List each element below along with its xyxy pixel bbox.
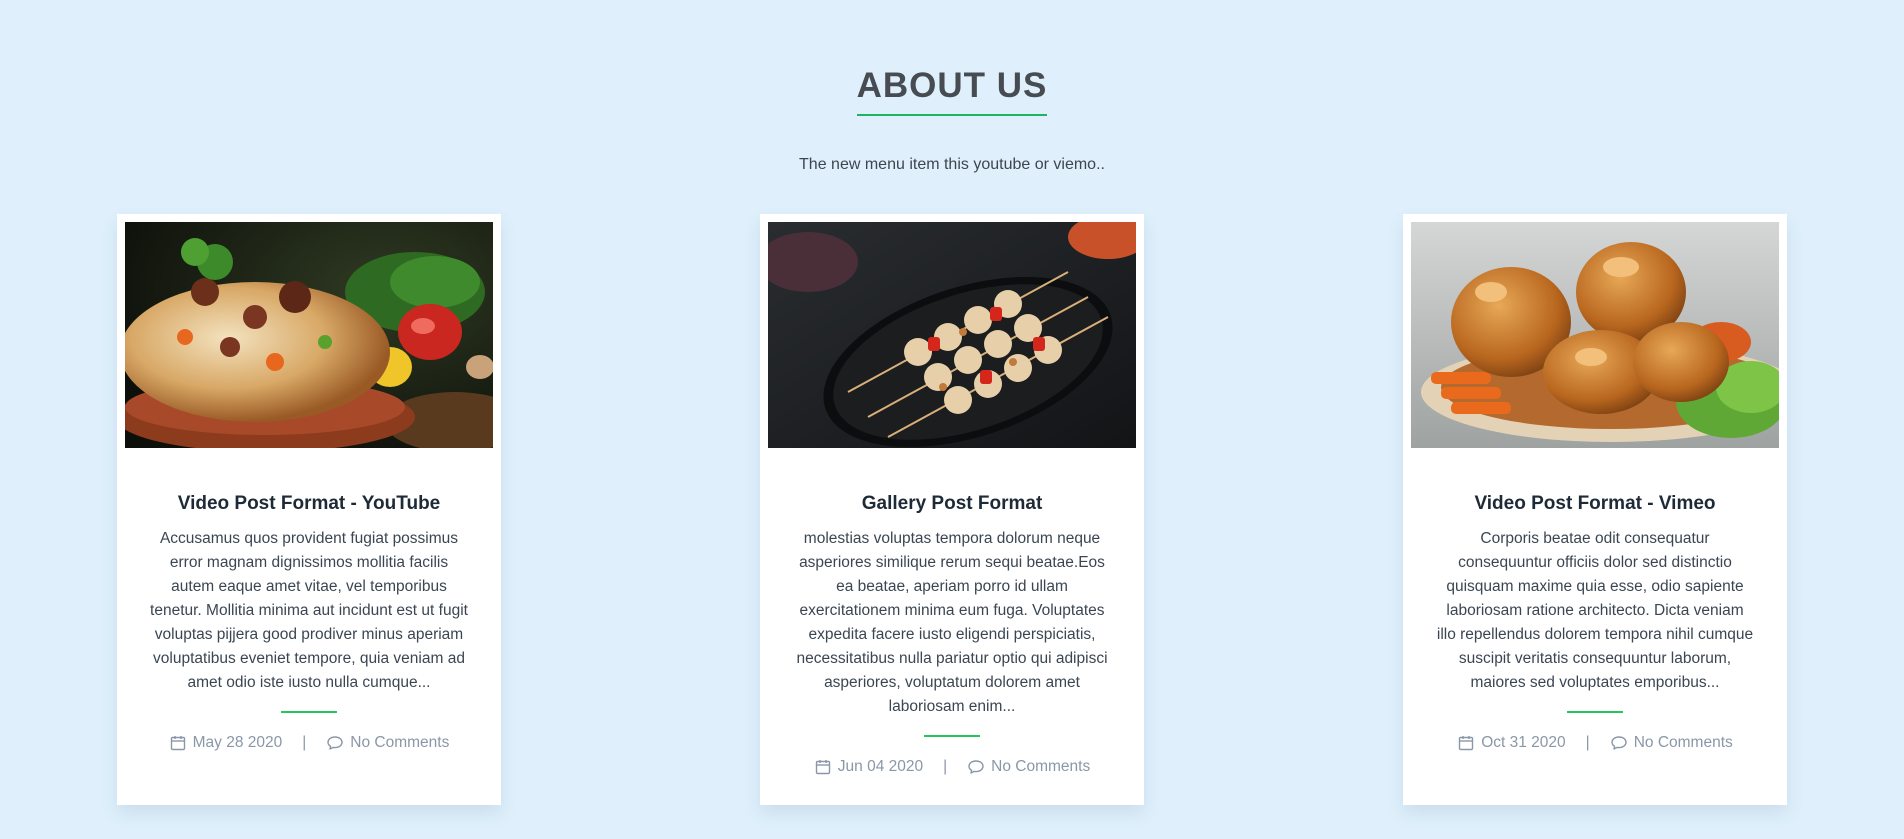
post-meta: Oct 31 2020 | No Comments [1411, 733, 1779, 753]
card-divider [281, 711, 337, 713]
post-comments[interactable]: No Comments [1610, 733, 1733, 753]
meta-separator: | [943, 758, 948, 775]
post-title[interactable]: Video Post Format - Vimeo [1411, 491, 1779, 517]
comment-icon [967, 758, 985, 776]
calendar-icon [169, 734, 187, 752]
post-date-text: May 28 2020 [192, 734, 283, 751]
post-title[interactable]: Video Post Format - YouTube [125, 491, 493, 517]
calendar-icon [814, 758, 832, 776]
biryani-image [125, 222, 493, 448]
post-title[interactable]: Gallery Post Format [768, 491, 1136, 517]
post-date-text: Jun 04 2020 [837, 758, 924, 775]
post-meta: Jun 04 2020 | No Comments [768, 757, 1136, 777]
section-subtitle: The new menu item this youtube or viemo.… [799, 156, 1105, 173]
post-date: Oct 31 2020 [1457, 733, 1566, 753]
post-thumbnail[interactable] [1411, 222, 1779, 448]
section-title: ABOUT US [856, 64, 1048, 116]
comment-icon [326, 734, 344, 752]
meta-separator: | [302, 734, 307, 751]
comment-icon [1610, 734, 1628, 752]
post-excerpt: molestias voluptas tempora dolorum neque… [796, 530, 1108, 715]
post-meta: May 28 2020 | No Comments [125, 733, 493, 753]
section-title-wrapper: ABOUT US [0, 64, 1904, 116]
post-card[interactable]: Video Post Format - Vimeo Corporis beata… [1403, 214, 1787, 805]
post-date: May 28 2020 [169, 733, 283, 753]
post-comments[interactable]: No Comments [967, 757, 1090, 777]
post-card[interactable]: Video Post Format - YouTube Accusamus qu… [117, 214, 501, 805]
card-divider [924, 735, 980, 737]
post-thumbnail[interactable] [768, 222, 1136, 448]
fried-chicken-image [1411, 222, 1779, 448]
post-cards: Video Post Format - YouTube Accusamus qu… [117, 214, 1787, 805]
post-comments[interactable]: No Comments [326, 733, 449, 753]
post-excerpt: Accusamus quos provident fugiat possimus… [150, 530, 468, 691]
post-thumbnail[interactable] [125, 222, 493, 448]
post-excerpt: Corporis beatae odit consequatur consequ… [1436, 530, 1754, 691]
post-comments-text[interactable]: No Comments [991, 757, 1090, 777]
post-comments-text[interactable]: No Comments [350, 733, 449, 753]
meta-separator: | [1585, 734, 1590, 751]
card-divider [1567, 711, 1623, 713]
about-us-section: ABOUT US The new menu item this youtube … [0, 0, 1904, 839]
post-comments-text[interactable]: No Comments [1634, 733, 1733, 753]
kebab-image [768, 222, 1136, 448]
post-date: Jun 04 2020 [814, 757, 923, 777]
calendar-icon [1457, 734, 1475, 752]
post-card[interactable]: Gallery Post Format molestias voluptas t… [760, 214, 1144, 805]
post-date-text: Oct 31 2020 [1481, 734, 1566, 751]
